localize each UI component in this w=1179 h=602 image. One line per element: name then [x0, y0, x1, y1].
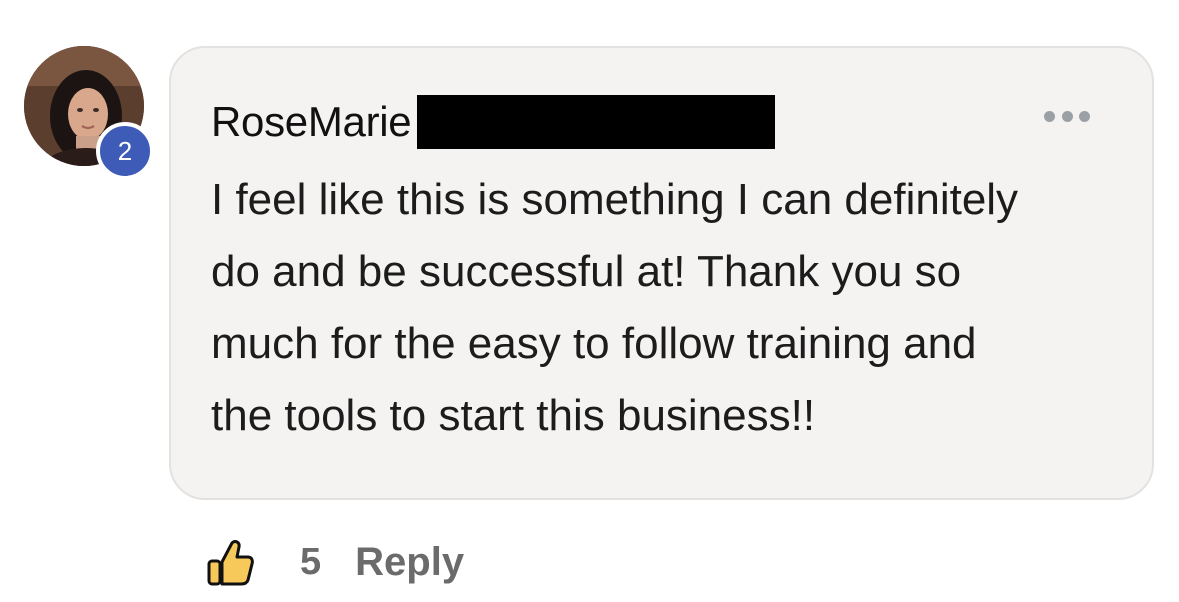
more-options-icon[interactable] — [1044, 108, 1090, 124]
dot — [1079, 110, 1090, 122]
comment-actions: 5 Reply — [206, 532, 464, 592]
comment-text: I feel like this is something I can defi… — [211, 175, 1019, 440]
dot — [1061, 110, 1073, 122]
comment-bubble: RoseMarie I feel like this is something … — [169, 46, 1154, 500]
redaction-bar — [417, 95, 776, 149]
thumbs-up-icon[interactable] — [206, 537, 254, 587]
comment-header: RoseMarie — [211, 92, 776, 152]
author-name[interactable]: RoseMarie — [211, 98, 412, 146]
dot — [1044, 110, 1055, 122]
reply-button[interactable]: Reply — [355, 540, 464, 585]
avatar-badge: 2 — [96, 122, 154, 180]
author-avatar-container[interactable]: 2 — [24, 46, 154, 180]
like-count: 5 — [300, 540, 322, 583]
